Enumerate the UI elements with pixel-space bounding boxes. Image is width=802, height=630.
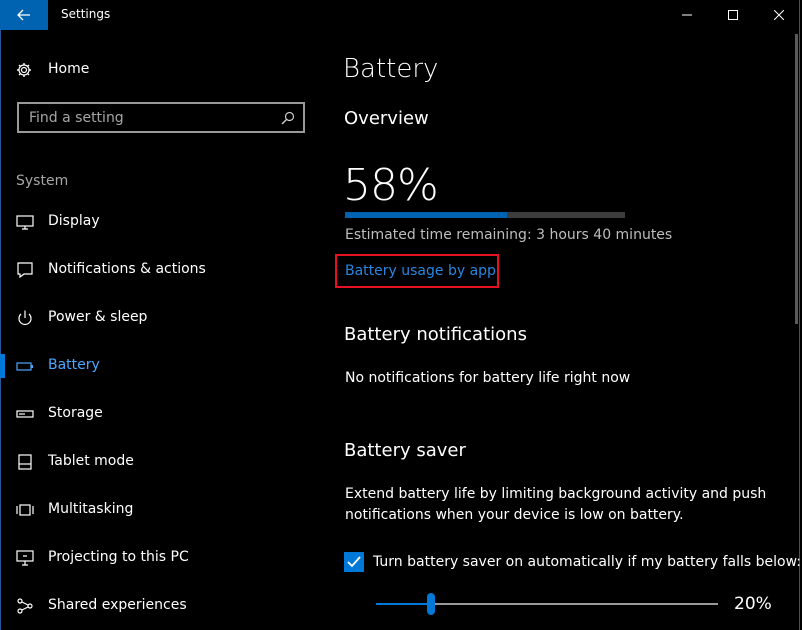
sidebar-item-label: Power & sleep <box>48 309 148 325</box>
power-icon <box>18 310 32 325</box>
battery-saver-threshold-slider[interactable] <box>376 593 718 615</box>
sidebar-item-multitasking[interactable]: Multitasking <box>0 490 320 530</box>
maximize-icon <box>728 10 738 20</box>
sidebar-item-label: Shared experiences <box>48 597 187 613</box>
battery-saver-description-line1: Extend battery life by limiting backgrou… <box>345 486 767 502</box>
battery-percent: 58% <box>343 160 439 211</box>
group-label-system: System <box>16 173 69 189</box>
sidebar-item-display[interactable]: Display <box>0 202 320 242</box>
sidebar-item-tablet-mode[interactable]: Tablet mode <box>0 442 320 482</box>
scrollbar[interactable] <box>795 34 798 324</box>
close-button[interactable] <box>756 0 802 30</box>
maximize-button[interactable] <box>710 0 756 30</box>
auto-battery-saver-checkbox[interactable] <box>344 552 364 572</box>
battery-saver-heading: Battery saver <box>344 440 466 461</box>
sidebar-item-shared-experiences[interactable]: Shared experiences <box>0 586 320 626</box>
search-input[interactable]: Find a setting <box>17 102 305 133</box>
page-title: Battery <box>343 54 439 84</box>
battery-saver-description-line2: notifications when your device is low on… <box>345 507 684 523</box>
estimated-time-remaining: Estimated time remaining: 3 hours 40 min… <box>345 227 673 243</box>
checkmark-icon <box>347 556 361 568</box>
sidebar-item-label: Battery <box>48 357 100 373</box>
sidebar-item-power-sleep[interactable]: Power & sleep <box>0 298 320 338</box>
minimize-button[interactable] <box>664 0 710 30</box>
tablet-mode-icon <box>18 454 32 470</box>
sidebar-item-projecting[interactable]: Projecting to this PC <box>0 538 320 578</box>
gear-icon <box>17 63 31 77</box>
title-bar: Settings <box>0 0 802 30</box>
sidebar-item-label: Projecting to this PC <box>48 549 189 565</box>
notifications-icon <box>17 262 33 278</box>
storage-icon <box>16 410 34 418</box>
back-arrow-icon <box>17 9 30 21</box>
sidebar-item-label: Tablet mode <box>48 453 134 469</box>
battery-usage-by-app-link[interactable]: Battery usage by app <box>345 263 496 279</box>
sidebar-item-storage[interactable]: Storage <box>0 394 320 434</box>
search-icon[interactable] <box>281 111 295 125</box>
active-indicator <box>0 354 5 378</box>
app-title: Settings <box>61 7 111 21</box>
multitasking-icon <box>16 504 34 516</box>
battery-icon <box>16 362 33 371</box>
minimize-icon <box>682 14 692 16</box>
slider-fill <box>376 603 431 605</box>
projecting-icon <box>16 550 34 566</box>
close-icon <box>774 10 784 20</box>
battery-notifications-heading: Battery notifications <box>344 324 527 345</box>
sidebar-item-label: Display <box>48 213 100 229</box>
home-nav-item[interactable]: Home <box>0 50 320 90</box>
sidebar-item-label: Notifications & actions <box>48 261 206 277</box>
back-button[interactable] <box>0 0 48 30</box>
battery-level-fill <box>345 212 508 218</box>
battery-notifications-text: No notifications for battery life right … <box>345 370 631 386</box>
monitor-icon <box>16 215 34 230</box>
auto-battery-saver-label[interactable]: Turn battery saver on automatically if m… <box>373 554 801 570</box>
sidebar-item-label: Multitasking <box>48 501 134 517</box>
sidebar-item-battery[interactable]: Battery <box>0 346 320 386</box>
sidebar-item-notifications[interactable]: Notifications & actions <box>0 250 320 290</box>
shared-experiences-icon <box>17 598 33 614</box>
home-label: Home <box>48 61 90 77</box>
slider-thumb[interactable] <box>426 593 435 615</box>
search-placeholder: Find a setting <box>29 110 124 126</box>
threshold-value: 20% <box>734 594 772 614</box>
battery-level-bar <box>345 212 625 218</box>
overview-heading: Overview <box>344 108 429 129</box>
sidebar-item-label: Storage <box>48 405 103 421</box>
